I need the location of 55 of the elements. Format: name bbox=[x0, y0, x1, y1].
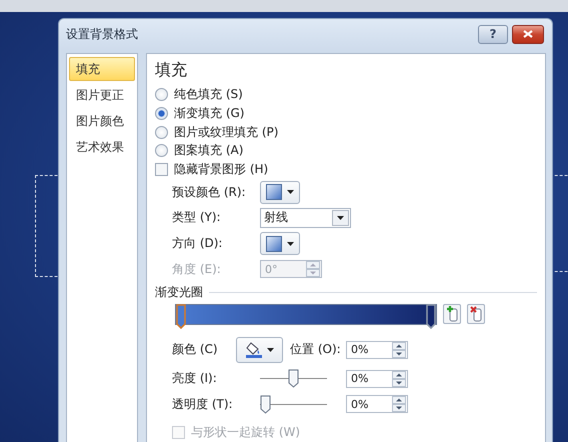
radio-label: 渐变填充 (G) bbox=[174, 104, 244, 122]
caret-icon bbox=[267, 348, 274, 352]
remove-stop-icon bbox=[470, 306, 482, 322]
spinner-arrows-icon bbox=[392, 370, 406, 387]
slider-thumb[interactable] bbox=[288, 369, 299, 388]
value-spinbox[interactable]: 0% bbox=[346, 370, 408, 388]
gradient-swatch-icon bbox=[266, 184, 282, 200]
radio-button[interactable] bbox=[155, 126, 168, 139]
radio-label: 图片或纹理填充 (P) bbox=[174, 124, 278, 141]
position-spinbox[interactable]: 0% bbox=[346, 340, 408, 359]
field-label: 颜色 (C) bbox=[172, 341, 219, 358]
gradient-stop-handle[interactable] bbox=[176, 304, 186, 330]
direction-button[interactable] bbox=[260, 232, 300, 256]
gradient-swatch-icon bbox=[266, 236, 282, 252]
caret-icon bbox=[287, 190, 294, 194]
gradient-stop-handle[interactable] bbox=[426, 304, 436, 330]
sidebar-item[interactable]: 图片颜色 bbox=[69, 109, 135, 133]
field-label: 亮度 (I): bbox=[172, 370, 218, 388]
checkbox[interactable] bbox=[155, 163, 168, 176]
spinner-arrows-icon bbox=[392, 396, 406, 412]
checkbox-label: 与形状一起旋转 (W) bbox=[191, 424, 300, 442]
field-label: 类型 (Y): bbox=[172, 209, 222, 226]
caret-icon bbox=[337, 216, 344, 220]
add-stop-icon bbox=[446, 306, 458, 322]
field-label: 方向 (D): bbox=[172, 235, 224, 252]
sidebar-item[interactable]: 图片更正 bbox=[69, 83, 135, 107]
spinner-arrows-icon bbox=[392, 342, 406, 358]
radio-button[interactable] bbox=[155, 106, 168, 120]
radio-label: 图案填充 (A) bbox=[174, 142, 244, 160]
field-label: 角度 (E): bbox=[172, 260, 222, 278]
paint-bucket-icon bbox=[245, 341, 263, 358]
help-button[interactable]: ? bbox=[478, 24, 508, 44]
group-label: 渐变光圈 bbox=[155, 284, 203, 301]
section-heading: 填充 bbox=[155, 60, 188, 80]
window-title: 设置背景格式 bbox=[66, 26, 138, 42]
sidebar-item[interactable]: 艺术效果 bbox=[69, 135, 135, 159]
close-icon bbox=[523, 30, 533, 38]
remove-stop-button[interactable] bbox=[467, 304, 485, 324]
value-spinbox[interactable]: 0% bbox=[346, 395, 408, 414]
sidebar-item[interactable]: 填充 bbox=[69, 57, 135, 81]
radio-button[interactable] bbox=[155, 144, 168, 158]
field-label: 透明度 (T): bbox=[172, 396, 234, 413]
type-dropdown[interactable]: 射线 bbox=[260, 208, 351, 228]
fill-color-button[interactable] bbox=[236, 336, 283, 363]
close-button[interactable] bbox=[512, 24, 544, 44]
slider-thumb[interactable] bbox=[260, 394, 271, 414]
checkbox-label: 隐藏背景图形 (H) bbox=[174, 161, 268, 178]
preset-color-button[interactable] bbox=[260, 180, 300, 204]
radio-label: 纯色填充 (S) bbox=[174, 86, 243, 103]
add-stop-button[interactable] bbox=[443, 304, 461, 324]
spinner-arrows-icon bbox=[306, 261, 320, 278]
radio-button[interactable] bbox=[155, 88, 168, 101]
caret-icon bbox=[287, 242, 294, 246]
field-label: 位置 (O): bbox=[290, 341, 342, 358]
field-label: 预设颜色 (R): bbox=[172, 184, 247, 201]
